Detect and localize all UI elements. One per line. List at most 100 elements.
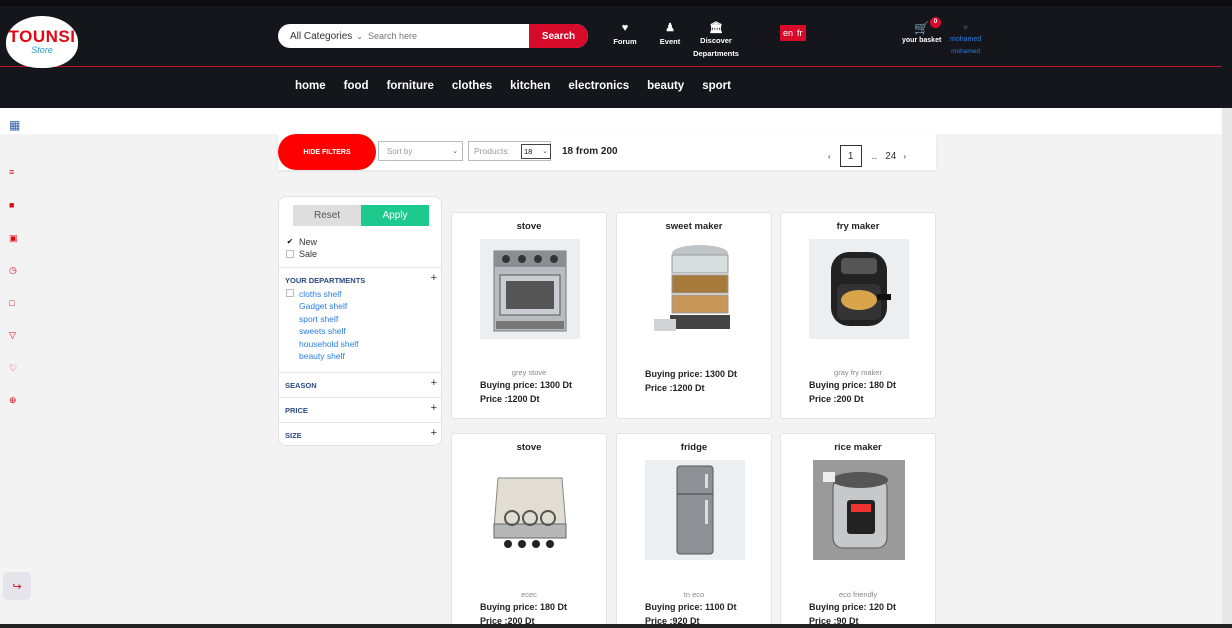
lang-en[interactable]: en: [783, 28, 793, 38]
product-card[interactable]: fry maker gray fry maker Buying price: 1…: [780, 212, 936, 419]
event-link[interactable]: ♟ Event: [657, 22, 683, 46]
products-per-page: Products: 18 ⌄: [468, 141, 551, 161]
result-count: 18 from 200: [562, 146, 618, 157]
expand-plus-icon[interactable]: +: [431, 402, 437, 414]
product-image-stove: [480, 460, 580, 560]
lang-fr[interactable]: fr: [797, 28, 803, 38]
nav-electronics[interactable]: electronics: [568, 80, 629, 92]
logout-button[interactable]: ↪: [3, 572, 31, 600]
heart-outline-icon[interactable]: ♡: [9, 363, 17, 374]
page-last[interactable]: 24: [885, 151, 896, 162]
product-card[interactable]: fridge tn eco Buying price: 1100 Dt Pric…: [616, 433, 772, 628]
filter-actions: Reset Apply: [293, 205, 429, 226]
header-divider: [0, 66, 1222, 67]
clock-icon[interactable]: ◷: [9, 265, 17, 276]
reset-button[interactable]: Reset: [293, 205, 361, 226]
add-circle-icon[interactable]: ⊕: [9, 395, 17, 406]
search-input[interactable]: [368, 31, 528, 41]
product-buying-price: Buying price: 1300 Dt: [480, 380, 573, 390]
product-image-rice-maker: [813, 460, 905, 560]
product-card[interactable]: stove ecec Buying price: 180 Dt Price :2…: [451, 433, 607, 628]
section-season[interactable]: SEASON +: [279, 372, 443, 397]
main-nav: home food forniture clothes kitchen elec…: [295, 80, 731, 92]
basket-link[interactable]: 🛒 0 your basket: [902, 17, 942, 44]
section-title: PRICE: [285, 406, 308, 415]
product-title: fry maker: [836, 221, 880, 232]
filter-toolbar: HIDE FILTERS Sort by ⌄ Products: 18 ⌄ 18…: [278, 134, 936, 170]
expand-plus-icon[interactable]: +: [431, 272, 437, 284]
category-value: All Categories: [290, 30, 353, 42]
category-select[interactable]: All Categories ⌄: [278, 31, 368, 42]
product-image-sweet-maker: [645, 239, 745, 339]
products-per-page-select[interactable]: 18 ⌄: [521, 144, 551, 159]
products-label: Products:: [474, 146, 510, 156]
product-card[interactable]: sweet maker Buying price: 1300 Dt Price …: [616, 212, 772, 419]
filter-icon[interactable]: ≡: [9, 167, 14, 177]
nav-kitchen[interactable]: kitchen: [510, 80, 550, 92]
nav-home[interactable]: home: [295, 80, 326, 92]
expand-plus-icon[interactable]: +: [431, 377, 437, 389]
bank-icon: 🏛: [709, 22, 723, 34]
search-button[interactable]: Search: [529, 24, 588, 48]
nav-sport[interactable]: sport: [702, 80, 731, 92]
next-page-icon[interactable]: ›: [903, 152, 906, 161]
product-title: fridge: [680, 442, 708, 453]
department-item[interactable]: Gadget shelf: [299, 301, 347, 311]
nav-beauty[interactable]: beauty: [647, 80, 684, 92]
hide-filters-button[interactable]: HIDE FILTERS: [278, 134, 376, 170]
product-description: ecec: [521, 590, 537, 599]
section-size[interactable]: SIZE +: [279, 422, 443, 446]
cart-icon[interactable]: ▽: [9, 330, 16, 341]
prev-page-icon[interactable]: ‹: [828, 152, 831, 161]
department-item[interactable]: beauty shelf: [299, 351, 345, 361]
department-item[interactable]: household shelf: [299, 339, 359, 349]
checkmark-icon: ✔: [286, 237, 294, 246]
gift-icon[interactable]: ■: [9, 200, 14, 210]
sub-header-bar: [0, 108, 1222, 134]
user-menu[interactable]: ● mohamed mohamed: [950, 22, 981, 55]
apply-button[interactable]: Apply: [361, 205, 429, 226]
filter-new-checkbox[interactable]: ✔ New: [286, 237, 317, 247]
page-current[interactable]: 1: [839, 145, 862, 167]
pagination: ‹ 1 .. 24 ›: [821, 145, 913, 167]
department-item[interactable]: cloths shelf: [299, 289, 342, 299]
logo-subtitle: Store: [31, 45, 53, 55]
section-title[interactable]: YOUR DEPARTMENTS: [285, 276, 365, 285]
cart-icon: 🛒 0: [902, 17, 941, 34]
product-image-fridge: [645, 460, 745, 560]
folder-icon[interactable]: □: [9, 298, 14, 308]
filter-panel: Reset Apply ✔ New Sale YOUR DEPARTMENTS …: [278, 196, 443, 446]
department-checkbox[interactable]: [286, 289, 294, 297]
event-label: Event: [659, 37, 681, 46]
department-item[interactable]: sport shelf: [299, 314, 338, 324]
filter-sale-checkbox[interactable]: Sale: [286, 249, 317, 259]
basket-count-badge: 0: [930, 17, 941, 28]
nav-food[interactable]: food: [344, 80, 369, 92]
products-value: 18: [524, 147, 533, 156]
nav-clothes[interactable]: clothes: [452, 80, 492, 92]
store-logo[interactable]: TOUNSI Store: [6, 16, 78, 68]
chevron-down-icon: ⌄: [356, 31, 363, 41]
product-title: stove: [516, 221, 542, 232]
nav-forniture[interactable]: forniture: [387, 80, 434, 92]
department-item[interactable]: sweets shelf: [299, 326, 346, 336]
forum-link[interactable]: ♥ Forum: [612, 22, 638, 46]
forum-label: Forum: [613, 37, 637, 46]
section-price[interactable]: PRICE +: [279, 397, 443, 422]
product-card[interactable]: rice maker eco friendly Buying price: 12…: [780, 433, 936, 628]
user-icon: ♟: [665, 22, 675, 34]
expand-plus-icon[interactable]: +: [431, 427, 437, 439]
page-scrollbar[interactable]: [1222, 108, 1232, 628]
product-card[interactable]: stove grey stove Buying price: 1300 Dt P…: [451, 212, 607, 419]
sort-by-select[interactable]: Sort by ⌄: [378, 141, 463, 161]
basket-label: your basket: [902, 37, 942, 44]
product-description: eco friendly: [838, 590, 878, 599]
top-strip: [0, 0, 1232, 6]
discover-departments-link[interactable]: 🏛 Discover Departments: [691, 22, 741, 60]
product-title: rice maker: [834, 442, 882, 453]
filter-new-label: New: [299, 237, 318, 247]
dashboard-icon[interactable]: ▦: [9, 118, 20, 132]
filter-sale-label: Sale: [299, 249, 318, 259]
store-icon[interactable]: ▣: [9, 233, 18, 244]
heart-icon: ♥: [621, 22, 629, 34]
